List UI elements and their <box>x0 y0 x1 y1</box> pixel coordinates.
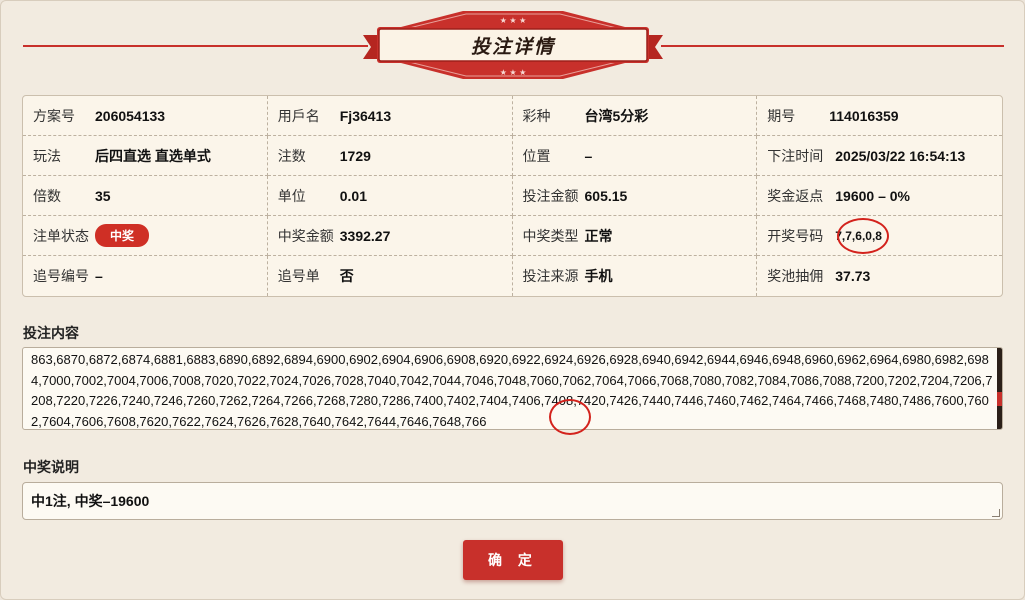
info-value: Fj36413 <box>339 107 392 124</box>
info-label: 倍数 <box>33 187 61 204</box>
page-title: 投注详情 <box>470 36 555 58</box>
svg-text:★ ★ ★: ★ ★ ★ <box>500 16 527 25</box>
win-note-label: 中奖说明 <box>23 459 79 475</box>
info-position: 位置 – <box>512 136 758 176</box>
header-rule-right <box>661 45 1004 47</box>
info-label: 彩种 <box>522 107 551 124</box>
info-value: 0.01 <box>339 187 367 204</box>
info-value: 手机 <box>584 268 613 284</box>
bet-detail-dialog: ★ ★ ★ ★ ★ ★ 投注详情 方案号 206054133 用戶名 Fj364… <box>0 0 1025 600</box>
info-value: 3392.27 <box>339 227 391 244</box>
bet-content-textarea[interactable]: 863,6870,6872,6874,6881,6883,6890,6892,6… <box>22 347 1003 430</box>
win-note-text: 中1注, 中奖–19600 <box>31 493 150 509</box>
info-label: 注数 <box>277 147 306 164</box>
bet-content-scrollbar[interactable] <box>997 348 1002 429</box>
info-unit: 单位 0.01 <box>267 176 513 216</box>
win-note-textarea[interactable]: 中1注, 中奖–19600 <box>22 482 1003 520</box>
info-label: 投注来源 <box>522 268 579 284</box>
info-label: 投注金额 <box>522 187 579 204</box>
confirm-button[interactable]: 确 定 <box>463 540 563 580</box>
info-label: 下注时间 <box>767 147 824 164</box>
info-play: 玩法 后四直选 直选单式 <box>23 136 268 176</box>
info-value: 19600 – 0% <box>835 187 910 204</box>
bet-content-label: 投注内容 <box>23 325 79 341</box>
info-value: 114016359 <box>829 107 899 124</box>
info-label: 单位 <box>277 187 306 204</box>
info-value: 否 <box>339 268 354 284</box>
resize-handle-icon[interactable] <box>992 509 1000 517</box>
info-rebate: 奖金返点 19600 – 0% <box>757 176 1002 216</box>
info-label: 奖池抽佣 <box>767 268 824 284</box>
info-label: 玩法 <box>33 147 61 164</box>
info-draw-number: 开奖号码 7,7,6,0,8 <box>757 216 1002 256</box>
info-value: 37.73 <box>835 268 871 284</box>
info-lottery: 彩种 台湾5分彩 <box>512 96 758 136</box>
info-chase-no: 追号编号 – <box>23 256 268 296</box>
info-win-type: 中奖类型 正常 <box>512 216 758 256</box>
info-plan-no: 方案号 206054133 <box>23 96 268 136</box>
info-win-amount: 中奖金额 3392.27 <box>267 216 513 256</box>
info-label: 追号编号 <box>33 268 89 284</box>
info-bet-amount: 投注金额 605.15 <box>512 176 758 216</box>
info-label: 开奖号码 <box>767 227 824 244</box>
info-label: 方案号 <box>33 107 75 124</box>
info-multiple: 倍数 35 <box>23 176 268 216</box>
info-value: 1729 <box>339 147 371 164</box>
info-value: 206054133 <box>95 107 166 124</box>
svg-text:★ ★ ★: ★ ★ ★ <box>500 68 527 77</box>
info-value: 正常 <box>584 227 613 244</box>
info-value: 605.15 <box>584 187 628 204</box>
header-rule-left <box>23 45 368 47</box>
info-value: 台湾5分彩 <box>584 107 649 124</box>
info-bets: 注数 1729 <box>267 136 513 176</box>
info-source: 投注来源 手机 <box>513 256 758 296</box>
info-value: 2025/03/22 16:54:13 <box>835 147 966 164</box>
info-username: 用戶名 Fj36413 <box>267 96 513 136</box>
info-label: 位置 <box>522 147 551 164</box>
info-chase: 追号单 否 <box>268 256 513 296</box>
info-value: – <box>584 147 593 164</box>
info-label: 中奖类型 <box>522 227 579 244</box>
bet-info-grid: 方案号 206054133 用戶名 Fj36413 彩种 台湾5分彩 期号 11… <box>22 95 1003 297</box>
info-label: 用戶名 <box>277 107 320 124</box>
info-pool: 奖池抽佣 37.73 <box>757 256 1002 296</box>
info-label: 注单状态 <box>33 227 89 244</box>
bet-content-text: 863,6870,6872,6874,6881,6883,6890,6892,6… <box>31 352 993 429</box>
info-label: 期号 <box>767 107 796 124</box>
info-label: 追号单 <box>277 268 320 284</box>
info-label: 中奖金额 <box>277 227 334 244</box>
draw-number-value: 7,7,6,0,8 <box>835 228 882 243</box>
status-badge: 中奖 <box>95 224 150 247</box>
info-value: 后四直选 直选单式 <box>95 147 211 164</box>
title-badge: ★ ★ ★ ★ ★ ★ 投注详情 <box>363 9 663 81</box>
scrollbar-thumb[interactable] <box>997 392 1002 406</box>
info-status: 注单状态 中奖 <box>23 216 268 256</box>
info-period: 期号 114016359 <box>757 96 1002 136</box>
info-bet-time: 下注时间 2025/03/22 16:54:13 <box>757 136 1002 176</box>
info-value: 35 <box>95 187 111 204</box>
info-value: – <box>95 268 103 284</box>
info-label: 奖金返点 <box>767 187 824 204</box>
